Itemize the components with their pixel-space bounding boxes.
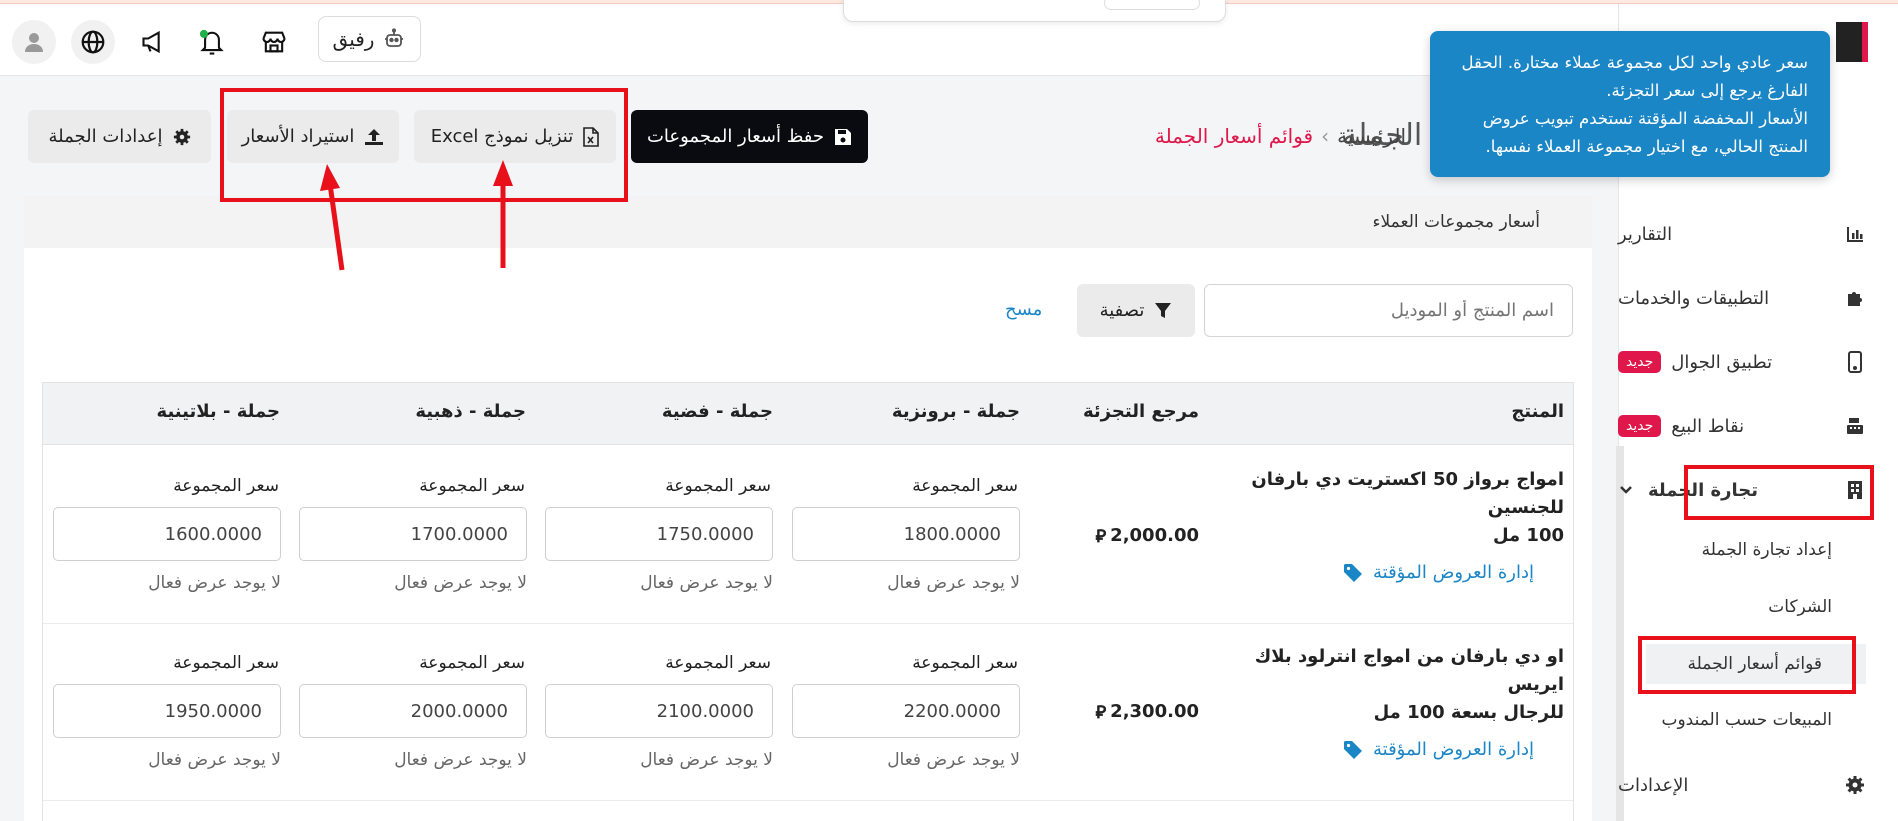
annotation-arrows — [320, 160, 513, 271]
annotation-arrow — [320, 164, 345, 271]
annotation-arrow — [493, 160, 513, 268]
